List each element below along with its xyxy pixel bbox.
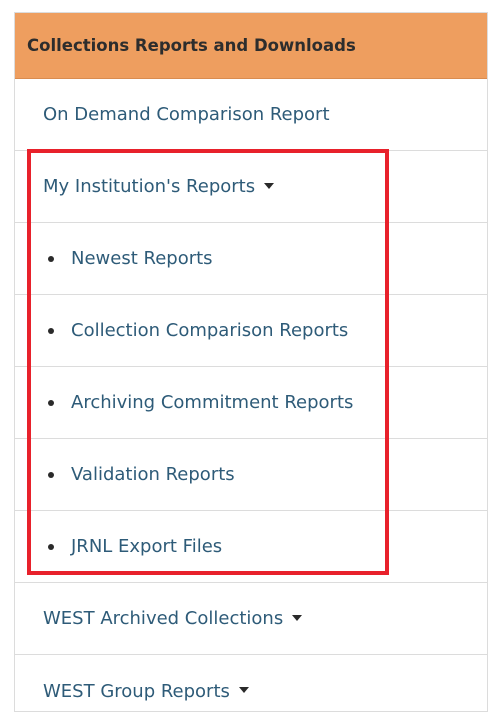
- submenu-item-label: Archiving Commitment Reports: [71, 392, 354, 413]
- submenu-item-label: Validation Reports: [71, 464, 235, 485]
- submenu-item-label: Newest Reports: [71, 248, 213, 269]
- menu-item-west-group-reports[interactable]: WEST Group Reports: [15, 655, 487, 727]
- submenu-item-collection-comparison-reports[interactable]: Collection Comparison Reports: [15, 295, 487, 367]
- menu-item-label: WEST Archived Collections: [43, 608, 284, 629]
- menu-item-my-institutions-reports[interactable]: My Institution's Reports: [15, 151, 487, 223]
- bullet-icon: [48, 543, 54, 550]
- caret-down-icon: [238, 687, 249, 693]
- collections-reports-panel: Collections Reports and Downloads On Dem…: [14, 12, 488, 712]
- panel-header: Collections Reports and Downloads: [15, 13, 487, 79]
- submenu-item-archiving-commitment-reports[interactable]: Archiving Commitment Reports: [15, 367, 487, 439]
- menu-item-label: My Institution's Reports: [43, 176, 256, 197]
- bullet-icon: [48, 399, 54, 406]
- caret-down-icon: [292, 614, 303, 621]
- submenu-item-validation-reports[interactable]: Validation Reports: [15, 439, 487, 511]
- menu-item-label: On Demand Comparison Report: [43, 104, 330, 125]
- bullet-icon: [48, 471, 54, 478]
- submenu-item-newest-reports[interactable]: Newest Reports: [15, 223, 487, 295]
- submenu-item-jrnl-export-files[interactable]: JRNL Export Files: [15, 511, 487, 583]
- submenu-item-label: Collection Comparison Reports: [71, 320, 349, 341]
- menu-item-west-archived-collections[interactable]: WEST Archived Collections: [15, 583, 487, 655]
- bullet-icon: [48, 327, 54, 334]
- bullet-icon: [48, 255, 54, 262]
- submenu-item-label: JRNL Export Files: [71, 536, 223, 557]
- menu-item-label: WEST Group Reports: [43, 680, 230, 702]
- caret-down-icon: [264, 182, 275, 189]
- menu-item-on-demand-comparison-report[interactable]: On Demand Comparison Report: [15, 79, 487, 151]
- panel-title: Collections Reports and Downloads: [27, 36, 356, 55]
